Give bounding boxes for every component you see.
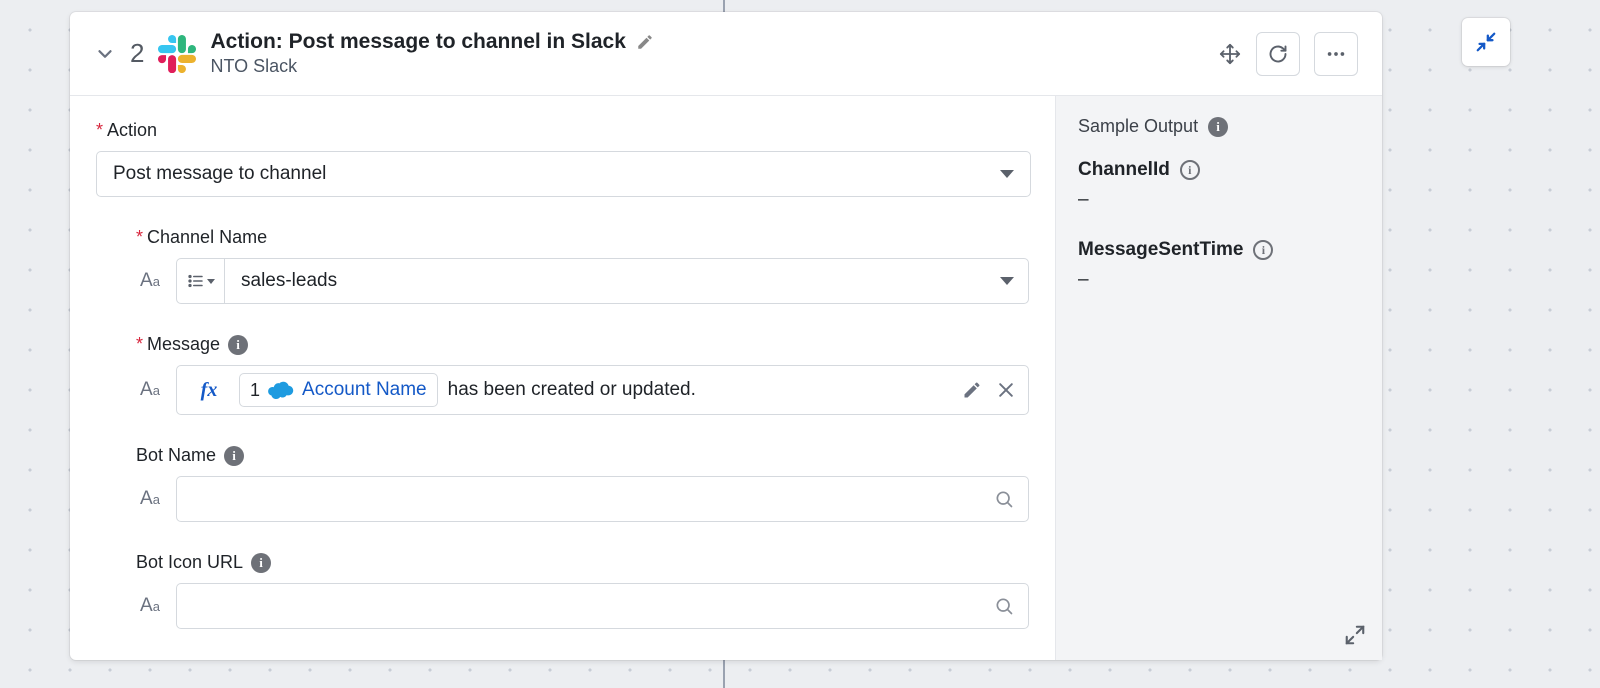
- dropdown-icon: [1000, 170, 1014, 178]
- output-channelid-value: –: [1078, 189, 1360, 211]
- edit-title-icon[interactable]: [636, 33, 654, 51]
- text-type-icon: Aa: [136, 379, 164, 401]
- list-mode-toggle[interactable]: [177, 259, 225, 303]
- message-text: has been created or updated.: [448, 379, 696, 401]
- channel-label: *Channel Name: [136, 227, 1029, 248]
- output-messagesenttime-value: –: [1078, 269, 1360, 291]
- info-icon[interactable]: i: [1253, 240, 1273, 260]
- panel-title: Action: Post message to channel in Slack: [210, 30, 625, 54]
- action-label: *Action: [96, 120, 1029, 141]
- output-channelid-label: ChannelId i: [1078, 159, 1360, 181]
- info-icon[interactable]: i: [1208, 117, 1228, 137]
- datapill-step: 1: [250, 380, 260, 401]
- info-icon[interactable]: i: [1180, 160, 1200, 180]
- compress-icon: [1475, 31, 1497, 53]
- sample-output-title: Sample Output i: [1078, 116, 1360, 137]
- expand-icon[interactable]: [1344, 624, 1366, 646]
- boticon-input[interactable]: [176, 583, 1029, 629]
- botname-label: Bot Name i: [136, 445, 1029, 466]
- info-icon[interactable]: i: [251, 553, 271, 573]
- datapill-account-name[interactable]: 1 Account Name: [239, 373, 438, 407]
- form-area: *Action Post message to channel *Channel…: [70, 96, 1055, 660]
- collapse-panel-button[interactable]: [1462, 18, 1510, 66]
- info-icon[interactable]: i: [228, 335, 248, 355]
- edit-message-icon[interactable]: [962, 380, 982, 400]
- channel-select[interactable]: sales-leads: [176, 258, 1029, 304]
- info-icon[interactable]: i: [224, 446, 244, 466]
- action-panel: 2 Action: Post message to channel in Sla…: [70, 12, 1382, 660]
- botname-input[interactable]: [176, 476, 1029, 522]
- chevron-down-icon[interactable]: [94, 43, 116, 65]
- slack-icon: [158, 35, 196, 73]
- message-input[interactable]: fx 1 Account Name has been created or up…: [176, 365, 1029, 415]
- boticon-label: Bot Icon URL i: [136, 552, 1029, 573]
- action-select[interactable]: Post message to channel: [96, 151, 1031, 197]
- message-label: *Message i: [136, 334, 1029, 355]
- dropdown-icon: [1000, 277, 1014, 285]
- refresh-button[interactable]: [1256, 32, 1300, 76]
- more-horizontal-icon: [1325, 43, 1347, 65]
- more-actions-button[interactable]: [1314, 32, 1358, 76]
- search-icon: [994, 489, 1014, 509]
- refresh-icon: [1268, 44, 1288, 64]
- formula-button[interactable]: fx: [189, 370, 229, 410]
- action-select-value: Post message to channel: [113, 163, 326, 185]
- datapill-label: Account Name: [302, 379, 427, 401]
- move-button[interactable]: [1218, 42, 1242, 66]
- search-icon: [994, 596, 1014, 616]
- move-icon: [1219, 43, 1241, 65]
- panel-header: 2 Action: Post message to channel in Sla…: [70, 12, 1382, 96]
- text-type-icon: Aa: [136, 595, 164, 617]
- list-icon: [187, 272, 205, 290]
- salesforce-icon: [268, 381, 294, 399]
- sample-output-panel: Sample Output i ChannelId i – MessageSen…: [1055, 96, 1382, 660]
- panel-subtitle: NTO Slack: [210, 56, 653, 77]
- step-number: 2: [130, 38, 144, 69]
- clear-message-icon[interactable]: [996, 380, 1016, 400]
- output-messagesenttime-label: MessageSentTime i: [1078, 239, 1360, 261]
- text-type-icon: Aa: [136, 270, 164, 292]
- channel-value: sales-leads: [225, 270, 1000, 292]
- text-type-icon: Aa: [136, 488, 164, 510]
